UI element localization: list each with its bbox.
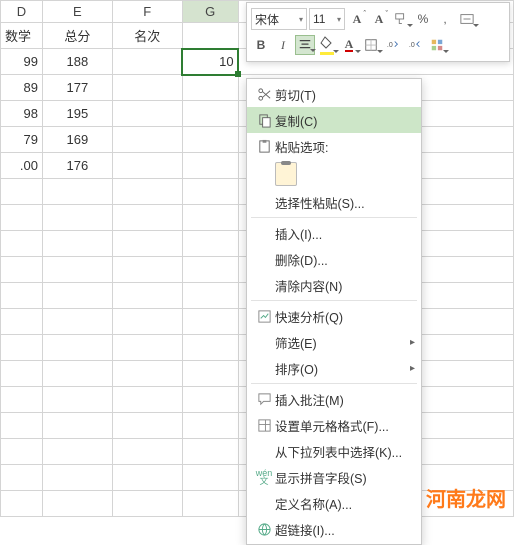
cell-D[interactable]: 98: [1, 101, 43, 127]
svg-text:.0: .0: [387, 42, 393, 49]
font-color-button[interactable]: A: [339, 35, 359, 55]
cell-E[interactable]: 176: [42, 153, 112, 179]
cell-D[interactable]: 99: [1, 49, 43, 75]
menu-copy[interactable]: 复制(C): [247, 107, 421, 133]
decrease-font-button[interactable]: A: [369, 9, 389, 29]
menu-label: 插入批注(M): [275, 390, 413, 409]
copy-icon: [253, 113, 275, 128]
menu-separator: [251, 300, 417, 301]
cell-styles-button[interactable]: [427, 35, 447, 55]
menu-insert-comment[interactable]: 插入批注(M): [247, 386, 421, 412]
menu-paste-options: 粘贴选项:: [247, 133, 421, 159]
align-center-button[interactable]: [295, 35, 315, 55]
col-header-F[interactable]: F: [112, 1, 182, 23]
menu-paste-special[interactable]: 选择性粘贴(S)...: [247, 189, 421, 215]
menu-sort[interactable]: 排序(O): [247, 355, 421, 381]
menu-filter[interactable]: 筛选(E): [247, 329, 421, 355]
menu-format-cells[interactable]: 设置单元格格式(F)...: [247, 412, 421, 438]
pinyin-icon: wén文: [253, 469, 275, 485]
quick-analysis-icon: [253, 309, 275, 324]
format-painter-button[interactable]: [391, 9, 411, 29]
italic-button[interactable]: I: [273, 35, 293, 55]
menu-label: 粘贴选项:: [275, 137, 413, 156]
menu-label: 复制(C): [275, 111, 413, 130]
menu-insert[interactable]: 插入(I)...: [247, 220, 421, 246]
menu-clear[interactable]: 清除内容(N): [247, 272, 421, 298]
header-D[interactable]: 数学: [1, 23, 43, 49]
format-cells-icon: [253, 418, 275, 433]
border-button[interactable]: [361, 35, 381, 55]
context-menu: 剪切(T) 复制(C) 粘贴选项: 选择性粘贴(S)... 插入(I)... 删…: [246, 78, 422, 545]
header-E[interactable]: 总分: [42, 23, 112, 49]
menu-label: 筛选(E): [275, 333, 413, 352]
font-size-combo[interactable]: 11▾: [309, 8, 345, 30]
menu-define-name[interactable]: 定义名称(A)...: [247, 490, 421, 516]
menu-separator: [251, 217, 417, 218]
increase-font-button[interactable]: A: [347, 9, 367, 29]
svg-text:.0: .0: [409, 42, 415, 49]
menu-label: 定义名称(A)...: [275, 494, 413, 513]
comma-button[interactable]: ,: [435, 9, 455, 29]
scissors-icon: [253, 87, 275, 102]
cell-F[interactable]: [112, 49, 182, 75]
cell-D[interactable]: 79: [1, 127, 43, 153]
merge-button[interactable]: [457, 9, 477, 29]
menu-show-pinyin[interactable]: wén文 显示拼音字段(S): [247, 464, 421, 490]
cell-E[interactable]: 169: [42, 127, 112, 153]
menu-label: 选择性粘贴(S)...: [275, 193, 413, 212]
cell-G-header[interactable]: [182, 23, 238, 49]
menu-label: 快速分析(Q): [275, 307, 413, 326]
hyperlink-icon: [253, 522, 275, 537]
menu-label: 清除内容(N): [275, 276, 413, 295]
header-F[interactable]: 名次: [112, 23, 182, 49]
col-header-E[interactable]: E: [42, 1, 112, 23]
cell-E[interactable]: 177: [42, 75, 112, 101]
cell-D[interactable]: 89: [1, 75, 43, 101]
watermark: 河南龙网: [426, 483, 506, 512]
menu-label: 从下拉列表中选择(K)...: [275, 442, 413, 461]
menu-delete[interactable]: 删除(D)...: [247, 246, 421, 272]
comment-icon: [253, 392, 275, 407]
col-header-D[interactable]: D: [1, 1, 43, 23]
increase-decimal-button[interactable]: .0: [383, 35, 403, 55]
menu-label: 排序(O): [275, 359, 413, 378]
cell-E[interactable]: 188: [42, 49, 112, 75]
paste-default-icon: [275, 162, 297, 186]
menu-separator: [251, 383, 417, 384]
font-family-combo[interactable]: 宋体▾: [251, 8, 307, 30]
cell-D[interactable]: .00: [1, 153, 43, 179]
mini-toolbar: 宋体▾ 11▾ A A % , B I A .0 .0: [246, 2, 510, 62]
active-cell[interactable]: 10: [182, 49, 238, 75]
percent-button[interactable]: %: [413, 9, 433, 29]
menu-dropdown-select[interactable]: 从下拉列表中选择(K)...: [247, 438, 421, 464]
menu-label: 设置单元格格式(F)...: [275, 416, 413, 435]
menu-label: 删除(D)...: [275, 250, 413, 269]
bold-button[interactable]: B: [251, 35, 271, 55]
cell-E[interactable]: 195: [42, 101, 112, 127]
menu-paste-default[interactable]: [247, 159, 421, 189]
menu-label: 超链接(I)...: [275, 520, 413, 539]
decrease-decimal-button[interactable]: .0: [405, 35, 425, 55]
clipboard-icon: [253, 139, 275, 154]
menu-cut[interactable]: 剪切(T): [247, 81, 421, 107]
menu-hyperlink[interactable]: 超链接(I)...: [247, 516, 421, 542]
menu-quick-analysis[interactable]: 快速分析(Q): [247, 303, 421, 329]
menu-label: 剪切(T): [275, 85, 413, 104]
fill-color-button[interactable]: [317, 35, 337, 55]
col-header-G[interactable]: G: [182, 1, 238, 23]
menu-label: 插入(I)...: [275, 224, 413, 243]
fill-handle[interactable]: [235, 71, 241, 77]
menu-label: 显示拼音字段(S): [275, 468, 413, 487]
